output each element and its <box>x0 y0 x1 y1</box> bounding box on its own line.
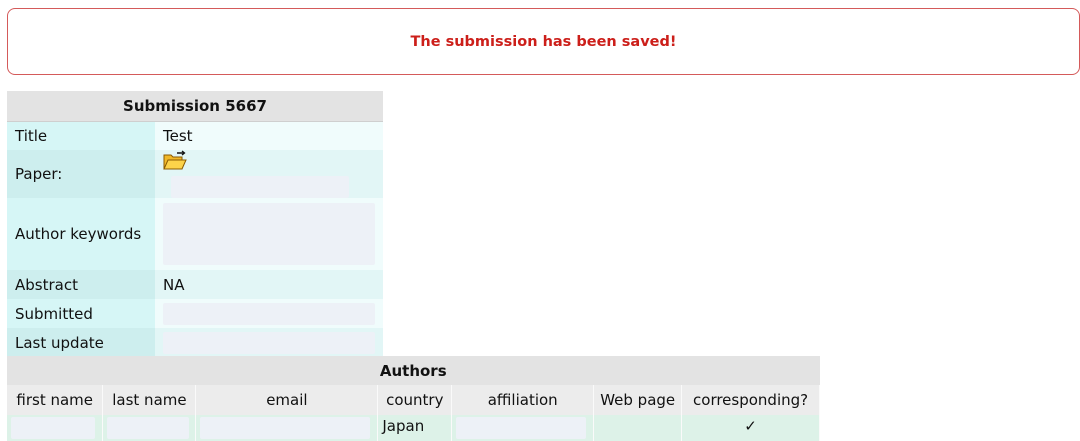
author-email-content <box>200 417 371 439</box>
col-corresponding: corresponding? <box>681 385 820 415</box>
col-first-name: first name <box>7 385 104 415</box>
submission-table: Submission 5667 Title Test Paper: Author… <box>7 91 383 357</box>
paper-file-info[interactable] <box>171 176 349 198</box>
author-affiliation <box>451 415 595 441</box>
last-update-value <box>155 328 383 357</box>
author-corresponding: ✓ <box>681 415 820 441</box>
authors-table: Authors first name last name email count… <box>7 356 820 441</box>
table-row: Japan ✓ <box>7 415 820 441</box>
title-label: Title <box>7 121 155 150</box>
author-keywords-label: Author keywords <box>7 198 155 270</box>
last-update-label: Last update <box>7 328 155 357</box>
row-abstract: Abstract NA <box>7 270 383 299</box>
abstract-value: NA <box>155 270 383 299</box>
row-paper: Paper: <box>7 150 383 198</box>
author-last-name <box>102 415 197 441</box>
author-first-name <box>7 415 104 441</box>
success-notice: The submission has been saved! <box>7 8 1080 75</box>
paper-value <box>155 150 383 198</box>
last-update-content <box>163 331 375 354</box>
submitted-label: Submitted <box>7 299 155 328</box>
author-country: Japan <box>377 415 453 441</box>
submitted-content <box>163 302 375 325</box>
abstract-label: Abstract <box>7 270 155 299</box>
col-affiliation: affiliation <box>451 385 595 415</box>
author-web-page <box>593 415 683 441</box>
submitted-value <box>155 299 383 328</box>
folder-open-icon[interactable] <box>163 150 187 176</box>
row-title: Title Test <box>7 121 383 150</box>
col-web-page: Web page <box>593 385 683 415</box>
notice-message: The submission has been saved! <box>410 33 677 50</box>
col-last-name: last name <box>102 385 197 415</box>
row-last-update: Last update <box>7 328 383 357</box>
author-email <box>195 415 379 441</box>
authors-heading: Authors <box>7 356 820 385</box>
author-keywords-content <box>163 203 375 265</box>
author-affiliation-content <box>456 417 587 439</box>
authors-header-row: first name last name email country affil… <box>7 385 820 415</box>
paper-label: Paper: <box>7 150 155 198</box>
author-first-name-content <box>11 417 95 439</box>
row-submitted: Submitted <box>7 299 383 328</box>
col-country: country <box>377 385 453 415</box>
title-value: Test <box>155 121 383 150</box>
row-author-keywords: Author keywords <box>7 198 383 270</box>
col-email: email <box>195 385 379 415</box>
submission-heading: Submission 5667 <box>7 91 383 122</box>
author-keywords-value <box>155 198 383 270</box>
author-last-name-content <box>107 417 190 439</box>
